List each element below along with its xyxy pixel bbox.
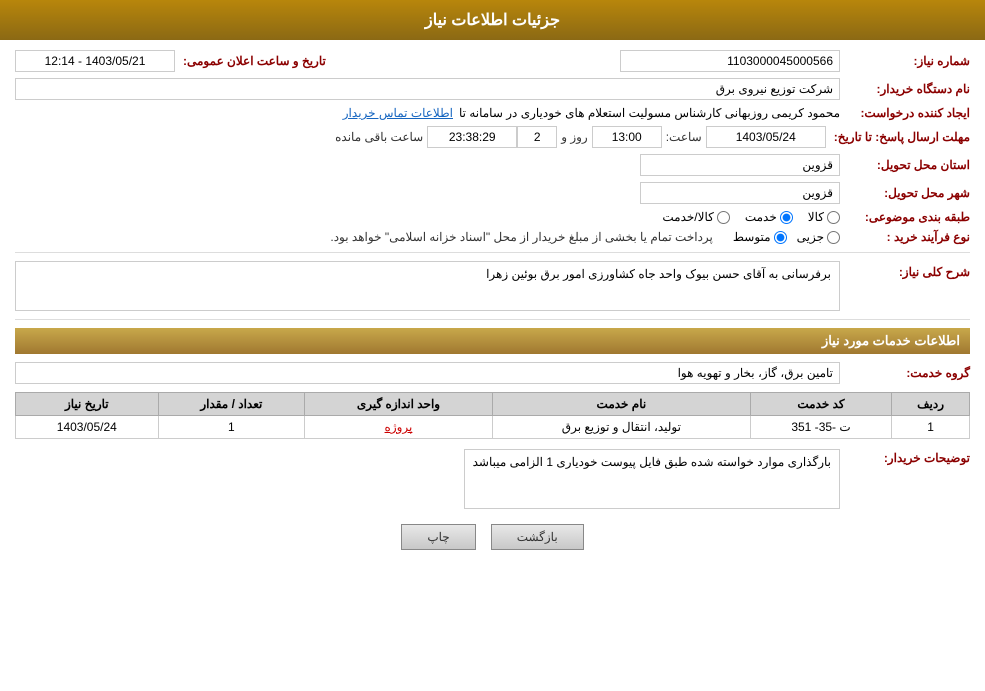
baghi-mande-value: 23:38:29 xyxy=(427,126,517,148)
radio-jozi-label: جزیی xyxy=(797,230,824,244)
print-button[interactable]: چاپ xyxy=(401,524,475,550)
radio-jozi: جزیی xyxy=(797,230,840,244)
nam-dastgah-value: شرکت توزیع نیروی برق xyxy=(15,78,840,100)
shahr-value: قزوین xyxy=(640,182,840,204)
col-kod-khedmat: کد خدمت xyxy=(750,393,891,416)
tawzihat-value: بارگذاری موارد خواسته شده طبق فایل پیوست… xyxy=(473,455,831,469)
shomare-niaz-value: 1103000045000566 xyxy=(620,50,840,72)
tawzihat-row: توضیحات خریدار: بارگذاری موارد خواسته شد… xyxy=(15,447,970,509)
tawzihat-box: بارگذاری موارد خواسته شده طبق فایل پیوست… xyxy=(464,449,840,509)
farayand-options: جزیی متوسط پرداخت تمام یا بخشی از مبلغ خ… xyxy=(330,230,840,244)
tarikh-label: تاریخ و ساعت اعلان عمومی: xyxy=(175,54,326,68)
col-nam-khedmat: نام خدمت xyxy=(492,393,750,416)
mohlat-time: 13:00 xyxy=(592,126,662,148)
tarikh-value: 1403/05/21 - 12:14 xyxy=(15,50,175,72)
mohlat-label: مهلت ارسال پاسخ: تا تاریخ: xyxy=(826,130,970,144)
ijad-konande-row: ایجاد کننده درخواست: محمود کریمی روزبهان… xyxy=(15,106,970,120)
farayand-label: نوع فرآیند خرید : xyxy=(840,230,970,244)
radio-kala-khedmat: کالا/خدمت xyxy=(662,210,729,224)
col-tarikh: تاریخ نیاز xyxy=(16,393,159,416)
ostan-row: استان محل تحویل: قزوین xyxy=(15,154,970,176)
tabaqe-row: طبقه بندی موضوعی: کالا خدمت کالا/خدمت xyxy=(15,210,970,224)
radio-motavaset: متوسط xyxy=(733,230,787,244)
separator-2 xyxy=(15,319,970,320)
header-title: جزئیات اطلاعات نیاز xyxy=(425,12,560,29)
sharh-koli-value: برفرسانی به آقای حسن بیوک واحد جاه کشاور… xyxy=(486,267,831,281)
radio-khedmat: خدمت xyxy=(745,210,793,224)
ostan-label: استان محل تحویل: xyxy=(840,158,970,172)
mohlat-row: مهلت ارسال پاسخ: تا تاریخ: 1403/05/24 سا… xyxy=(15,126,970,148)
ostan-value: قزوین xyxy=(640,154,840,176)
tabaqe-radio-group: کالا خدمت کالا/خدمت xyxy=(662,210,840,224)
radio-kala-khedmat-label: کالا/خدمت xyxy=(662,210,713,224)
grohe-khedmat-row: گروه خدمت: تامین برق، گاز، بخار و تهویه … xyxy=(15,362,970,384)
radio-jozi-input[interactable] xyxy=(827,231,840,244)
grohe-khedmat-label: گروه خدمت: xyxy=(840,366,970,380)
radio-khedmat-label: خدمت xyxy=(745,210,777,224)
col-radif: ردیف xyxy=(892,393,970,416)
ijad-konande-value: محمود کریمی روزبهانی کارشناس مسولیت استع… xyxy=(459,106,840,120)
mohlat-saat-label: ساعت: xyxy=(662,130,706,144)
shomare-niaz-label: شماره نیاز: xyxy=(840,54,970,68)
table-row: 1ت -35- 351تولید، انتقال و توزیع برقپروژ… xyxy=(16,416,970,439)
separator-1 xyxy=(15,252,970,253)
shahr-label: شهر محل تحویل: xyxy=(840,186,970,200)
radio-kala: کالا xyxy=(808,210,840,224)
col-tedad: تعداد / مقدار xyxy=(158,393,304,416)
grohe-khedmat-value: تامین برق، گاز، بخار و تهویه هوا xyxy=(15,362,840,384)
nam-dastgah-label: نام دستگاه خریدار: xyxy=(840,82,970,96)
mohlat-rooz-label: روز و xyxy=(557,130,592,144)
tawzihat-label: توضیحات خریدار: xyxy=(840,447,970,465)
radio-kala-label: کالا xyxy=(808,210,824,224)
services-table: ردیف کد خدمت نام خدمت واحد اندازه گیری ت… xyxy=(15,392,970,439)
back-button[interactable]: بازگشت xyxy=(491,524,584,550)
shahr-row: شهر محل تحویل: قزوین xyxy=(15,182,970,204)
sharh-koli-row: شرح کلی نیاز: برفرسانی به آقای حسن بیوک … xyxy=(15,261,970,311)
shomare-niaz-row: شماره نیاز: 1103000045000566 تاریخ و ساع… xyxy=(15,50,970,72)
services-table-section: ردیف کد خدمت نام خدمت واحد اندازه گیری ت… xyxy=(15,392,970,439)
ettelaat-tamas-link[interactable]: اطلاعات تماس خریدار xyxy=(343,106,453,120)
radio-motavaset-label: متوسط xyxy=(733,230,771,244)
col-vahed: واحد اندازه گیری xyxy=(305,393,493,416)
tabaqe-label: طبقه بندی موضوعی: xyxy=(840,210,970,224)
bottom-buttons: بازگشت چاپ xyxy=(15,524,970,550)
sharh-koli-box: برفرسانی به آقای حسن بیوک واحد جاه کشاور… xyxy=(15,261,840,311)
mohlat-rooz-value: 2 xyxy=(517,126,557,148)
mohlat-date: 1403/05/24 xyxy=(706,126,826,148)
farayand-row: نوع فرآیند خرید : جزیی متوسط پرداخت تمام… xyxy=(15,230,970,244)
khadamat-section-header: اطلاعات خدمات مورد نیاز xyxy=(15,328,970,354)
baghi-mande-label: ساعت باقی مانده xyxy=(331,130,427,144)
pardakht-description: پرداخت تمام یا بخشی از مبلغ خریدار از مح… xyxy=(330,230,713,244)
page-header: جزئیات اطلاعات نیاز xyxy=(0,0,985,40)
radio-kala-input[interactable] xyxy=(827,211,840,224)
sharh-koli-label: شرح کلی نیاز: xyxy=(840,261,970,279)
radio-kala-khedmat-input[interactable] xyxy=(717,211,730,224)
nam-dastgah-row: نام دستگاه خریدار: شرکت توزیع نیروی برق xyxy=(15,78,970,100)
radio-khedmat-input[interactable] xyxy=(780,211,793,224)
ijad-konande-label: ایجاد کننده درخواست: xyxy=(840,106,970,120)
radio-motavaset-input[interactable] xyxy=(774,231,787,244)
